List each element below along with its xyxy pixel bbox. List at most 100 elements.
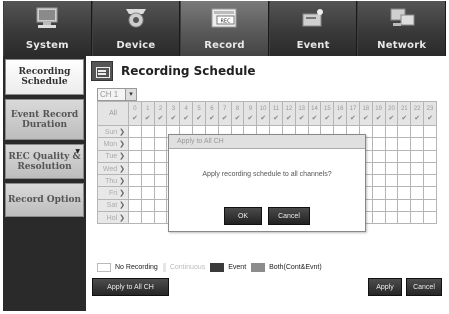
schedule-cell[interactable] — [128, 186, 142, 200]
hour-header[interactable]: 20 ✔ — [384, 101, 399, 126]
hour-header[interactable]: 22 ✔ — [410, 101, 425, 126]
schedule-cell[interactable] — [397, 211, 412, 225]
schedule-cell[interactable] — [128, 174, 142, 188]
hour-header[interactable]: 8 ✔ — [230, 101, 245, 126]
schedule-cell[interactable] — [140, 186, 155, 200]
schedule-cell[interactable] — [153, 211, 168, 225]
hour-header[interactable]: 16 ✔ — [333, 101, 348, 126]
hour-header[interactable]: 14 ✔ — [307, 101, 322, 126]
schedule-cell[interactable] — [153, 137, 168, 151]
hour-header[interactable]: 3 ✔ — [166, 101, 181, 126]
schedule-cell[interactable] — [153, 186, 168, 200]
schedule-cell[interactable] — [397, 198, 412, 213]
cancel-button[interactable]: Cancel — [406, 278, 442, 296]
day-label[interactable]: Tue ❯ — [97, 149, 129, 163]
day-label[interactable]: Mon ❯ — [97, 137, 129, 151]
hour-header[interactable]: 4 ✔ — [179, 101, 194, 126]
schedule-cell[interactable] — [140, 198, 155, 213]
schedule-cell[interactable] — [384, 186, 399, 200]
schedule-cell[interactable] — [410, 186, 425, 200]
day-label[interactable]: Thu ❯ — [97, 174, 129, 188]
schedule-cell[interactable] — [384, 137, 399, 151]
schedule-cell[interactable] — [371, 137, 386, 151]
schedule-cell[interactable] — [384, 174, 399, 188]
hour-header[interactable]: 0 ✔ — [128, 101, 142, 126]
schedule-cell[interactable] — [128, 161, 142, 176]
hour-header[interactable]: 18 ✔ — [358, 101, 373, 126]
schedule-cell[interactable] — [384, 198, 399, 213]
schedule-cell[interactable] — [128, 149, 142, 163]
schedule-cell[interactable] — [128, 198, 142, 213]
tab-device[interactable]: Device — [91, 1, 181, 56]
schedule-cell[interactable] — [423, 174, 437, 188]
schedule-cell[interactable] — [423, 198, 437, 213]
schedule-cell[interactable] — [410, 124, 425, 139]
day-label[interactable]: Hol ❯ — [97, 211, 129, 225]
schedule-cell[interactable] — [140, 137, 155, 151]
schedule-cell[interactable] — [397, 137, 412, 151]
hour-header[interactable]: 17 ✔ — [346, 101, 360, 126]
schedule-cell[interactable] — [153, 174, 168, 188]
channel-select[interactable]: CH 1 ▾ — [97, 88, 137, 101]
hour-header[interactable]: 21 ✔ — [397, 101, 412, 126]
dialog-cancel-button[interactable]: Cancel — [268, 207, 310, 225]
select-all-cell[interactable]: All — [97, 101, 129, 126]
sidebar-item-event-record-duration[interactable]: Event Record Duration — [5, 99, 84, 140]
schedule-cell[interactable] — [371, 124, 386, 139]
schedule-cell[interactable] — [410, 174, 425, 188]
hour-header[interactable]: 12 ✔ — [281, 101, 296, 126]
schedule-cell[interactable] — [397, 124, 412, 139]
schedule-cell[interactable] — [140, 161, 155, 176]
schedule-cell[interactable] — [423, 124, 437, 139]
schedule-cell[interactable] — [423, 137, 437, 151]
hour-header[interactable]: 9 ✔ — [243, 101, 258, 126]
schedule-cell[interactable] — [397, 161, 412, 176]
schedule-cell[interactable] — [371, 149, 386, 163]
tab-system[interactable]: System — [3, 1, 92, 56]
schedule-cell[interactable] — [128, 124, 142, 139]
schedule-cell[interactable] — [371, 211, 386, 225]
schedule-cell[interactable] — [371, 174, 386, 188]
hour-header[interactable]: 5 ✔ — [192, 101, 206, 126]
hour-header[interactable]: 6 ✔ — [204, 101, 219, 126]
hour-header[interactable]: 23 ✔ — [423, 101, 437, 126]
hour-header[interactable]: 1 ✔ — [140, 101, 155, 126]
hour-header[interactable]: 10 ✔ — [256, 101, 271, 126]
schedule-cell[interactable] — [410, 161, 425, 176]
schedule-cell[interactable] — [153, 149, 168, 163]
schedule-cell[interactable] — [397, 174, 412, 188]
schedule-cell[interactable] — [423, 149, 437, 163]
schedule-cell[interactable] — [140, 211, 155, 225]
dialog-ok-button[interactable]: OK — [224, 207, 262, 225]
day-label[interactable]: Sun ❯ — [97, 124, 129, 139]
schedule-cell[interactable] — [371, 186, 386, 200]
schedule-cell[interactable] — [384, 124, 399, 139]
schedule-cell[interactable] — [384, 161, 399, 176]
schedule-cell[interactable] — [384, 211, 399, 225]
schedule-cell[interactable] — [371, 198, 386, 213]
schedule-cell[interactable] — [140, 124, 155, 139]
hour-header[interactable]: 7 ✔ — [217, 101, 232, 126]
sidebar-item-recording-schedule[interactable]: Recording Schedule — [5, 59, 84, 95]
schedule-cell[interactable] — [410, 198, 425, 213]
schedule-cell[interactable] — [153, 161, 168, 176]
schedule-cell[interactable] — [153, 198, 168, 213]
sidebar-item-record-option[interactable]: Record Option — [5, 183, 84, 217]
hour-header[interactable]: 15 ✔ — [320, 101, 335, 126]
hour-header[interactable]: 13 ✔ — [294, 101, 309, 126]
hour-header[interactable]: 11 ✔ — [269, 101, 283, 126]
schedule-cell[interactable] — [410, 137, 425, 151]
sidebar-item-rec-quality-resolution[interactable]: ▼ REC Quality & Resolution — [5, 144, 84, 179]
hour-header[interactable]: 2 ✔ — [153, 101, 168, 126]
schedule-cell[interactable] — [153, 124, 168, 139]
schedule-cell[interactable] — [140, 174, 155, 188]
day-label[interactable]: Wed ❯ — [97, 161, 129, 176]
schedule-cell[interactable] — [410, 211, 425, 225]
schedule-cell[interactable] — [128, 137, 142, 151]
tab-event[interactable]: Event — [268, 1, 358, 56]
hour-header[interactable]: 19 ✔ — [371, 101, 386, 126]
day-label[interactable]: Fri ❯ — [97, 186, 129, 200]
schedule-cell[interactable] — [128, 211, 142, 225]
tab-record[interactable]: REC Record — [180, 1, 269, 56]
schedule-cell[interactable] — [384, 149, 399, 163]
